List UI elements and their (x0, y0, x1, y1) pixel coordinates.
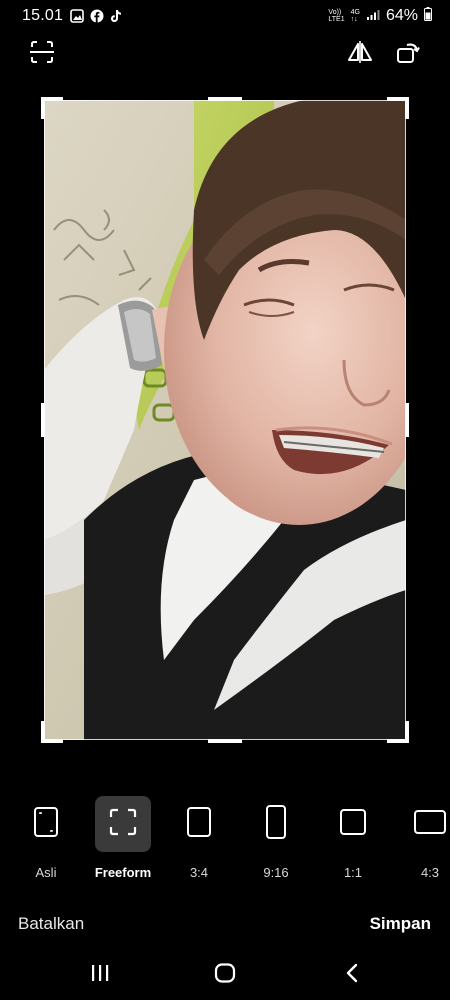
ratio-icon-wrap (171, 796, 227, 852)
ratio-option-freeform[interactable]: Freeform (92, 796, 154, 884)
network-type-label: 4G (350, 9, 360, 16)
data-arrows-icon: ↑↓ (350, 16, 358, 23)
ratio-3-4-icon (186, 806, 212, 843)
ratio-4-3-icon (413, 809, 447, 840)
gallery-icon (70, 9, 84, 28)
back-icon (345, 963, 359, 988)
status-right: Vo)) LTE1 4G ↑↓ 64% (328, 7, 432, 25)
recents-icon (90, 964, 110, 987)
ratio-label: 4:3 (420, 865, 440, 880)
notification-icons (70, 9, 122, 28)
home-button[interactable] (205, 962, 245, 988)
crop-handle-bottom-right-v[interactable] (405, 721, 409, 743)
crop-handle-top[interactable] (208, 97, 242, 101)
tiktok-icon (110, 9, 122, 28)
ratio-9-16-icon (265, 804, 287, 845)
original-ratio-icon (33, 806, 59, 843)
home-icon (214, 962, 236, 988)
rotate-icon (395, 39, 421, 70)
ratio-label: Asli (35, 865, 57, 880)
ratio-icon-wrap (95, 796, 151, 852)
ratio-option-1-1[interactable]: 1:1 (322, 796, 384, 884)
recents-button[interactable] (80, 962, 120, 988)
cancel-button[interactable]: Batalkan (18, 914, 84, 934)
volte-label: Vo)) (328, 9, 342, 16)
ratio-icon-wrap (18, 796, 74, 852)
rotate-button[interactable] (392, 38, 424, 70)
volte-indicator: Vo)) LTE1 (328, 9, 344, 23)
lte-label: LTE1 (328, 16, 345, 23)
ratio-icon-wrap (402, 796, 450, 852)
crop-handle-left[interactable] (41, 403, 45, 437)
flip-icon (347, 39, 373, 70)
ratio-label: 9:16 (263, 865, 289, 880)
crop-handle-top-left-v[interactable] (41, 97, 45, 119)
crop-handle-top-right-v[interactable] (405, 97, 409, 119)
freeform-icon (109, 808, 137, 841)
auto-crop-icon (29, 39, 55, 70)
crop-handle-bottom-left-v[interactable] (41, 721, 45, 743)
photo-preview[interactable] (44, 100, 406, 740)
ratio-label: 3:4 (189, 865, 209, 880)
ratio-option-4-3[interactable]: 4:3 (399, 796, 450, 884)
back-button[interactable] (332, 962, 372, 988)
battery-icon (424, 7, 432, 25)
save-button[interactable]: Simpan (370, 914, 431, 934)
ratio-icon-wrap (325, 796, 381, 852)
flip-button[interactable] (344, 38, 376, 70)
network-type-indicator: 4G ↑↓ (351, 9, 360, 23)
status-bar: 15.01 Vo)) LTE1 4G ↑↓ 64% (0, 0, 450, 34)
ratio-label: Freeform (94, 865, 152, 880)
aspect-ratio-bar: Asli Freeform 3:4 9:16 1:1 4:3 (0, 796, 450, 886)
ratio-icon-wrap (248, 796, 304, 852)
status-time: 15.01 (22, 7, 64, 24)
ratio-1-1-icon (339, 808, 367, 841)
ratio-label: 1:1 (343, 865, 363, 880)
ratio-option-3-4[interactable]: 3:4 (168, 796, 230, 884)
battery-percent: 64% (385, 7, 418, 24)
facebook-icon (90, 9, 104, 28)
auto-crop-button[interactable] (26, 38, 58, 70)
photo-image (44, 100, 406, 740)
crop-handle-right[interactable] (405, 403, 409, 437)
ratio-option-original[interactable]: Asli (15, 796, 77, 884)
crop-handle-bottom[interactable] (208, 739, 242, 743)
ratio-option-9-16[interactable]: 9:16 (245, 796, 307, 884)
signal-icon (366, 8, 380, 25)
